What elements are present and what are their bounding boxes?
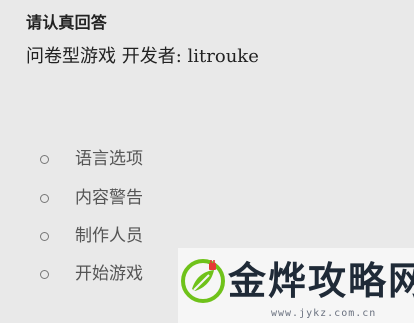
- leaf-plug-logo-icon: [181, 259, 225, 303]
- menu-item-label: 语言选项: [75, 149, 143, 169]
- page-title: 请认真回答: [26, 13, 108, 32]
- radio-circle-icon: [40, 269, 49, 279]
- menu-item-label: 制作人员: [75, 226, 143, 246]
- menu-item-start-game[interactable]: 开始游戏: [40, 260, 143, 288]
- game-subtitle: 问卷型游戏 开发者: litrouke: [26, 46, 259, 67]
- watermark-url: www.jykz.com.cn: [271, 308, 377, 319]
- menu-item-label: 开始游戏: [75, 264, 143, 284]
- watermark-brand: 金烨攻略网: [228, 259, 414, 303]
- menu-item-credits[interactable]: 制作人员: [40, 222, 143, 250]
- site-watermark: 金烨攻略网 www.jykz.com.cn: [178, 248, 414, 323]
- radio-circle-icon: [40, 231, 49, 241]
- menu-item-content-warning[interactable]: 内容警告: [40, 184, 143, 212]
- menu-item-label: 内容警告: [75, 188, 143, 208]
- menu-item-language-options[interactable]: 语言选项: [40, 145, 143, 173]
- game-title-screen: 请认真回答 问卷型游戏 开发者: litrouke 语言选项 内容警告 制作人员…: [0, 0, 414, 323]
- radio-circle-icon: [40, 154, 49, 164]
- radio-circle-icon: [40, 193, 49, 203]
